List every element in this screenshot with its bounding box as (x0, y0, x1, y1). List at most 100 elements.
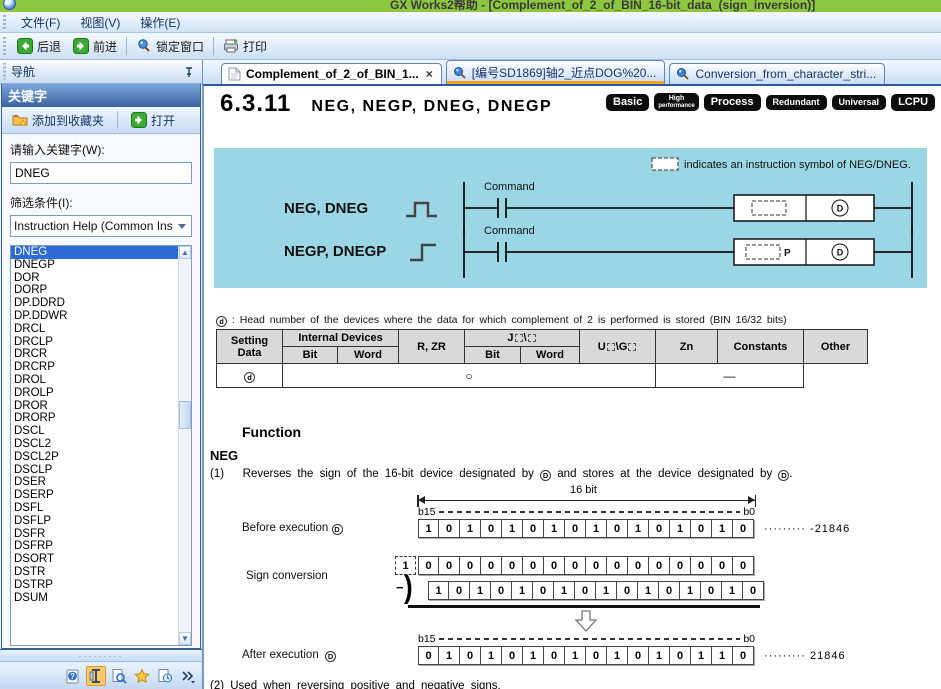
col-zn: Zn (656, 330, 718, 364)
main-area: Complement_of_2_of_BIN_1... × [编号SD1869]… (203, 60, 941, 689)
list-item[interactable]: DSERP (11, 489, 178, 502)
list-item[interactable]: DRCLP (11, 336, 178, 349)
list-item[interactable]: DOR (11, 272, 178, 285)
col-word: Word (338, 347, 399, 364)
bit-cell: 1 (691, 646, 712, 665)
tab-sd1869[interactable]: [编号SD1869]轴2_近点DOG%20... (446, 60, 666, 84)
bit-cell: 1 (502, 519, 523, 538)
list-item[interactable]: DSFLP (11, 515, 178, 528)
bit-cell: 1 (680, 581, 701, 600)
col-internal-devices: Internal Devices (283, 330, 399, 347)
list-item[interactable]: DSCL2P (11, 451, 178, 464)
bit-cell: 0 (743, 581, 764, 600)
list-item[interactable]: DP.DDWR (11, 310, 178, 323)
down-arrow-icon (574, 610, 598, 632)
list-item[interactable]: DRCL (11, 323, 178, 336)
col-j-word: Word (521, 347, 580, 364)
list-item[interactable]: DP.DDRD (11, 297, 178, 310)
bit-cell: 1 (544, 519, 565, 538)
list-item[interactable]: DSFRP (11, 540, 178, 553)
applicable-mark: ○ (283, 364, 656, 388)
index-ibeam-icon (88, 668, 104, 684)
star-icon (134, 668, 150, 684)
list-item[interactable]: DNEG (11, 246, 178, 259)
back-arrow-icon (17, 38, 33, 54)
bit-cell: 1 (628, 519, 649, 538)
bit-cell: 0 (649, 556, 670, 575)
search-button[interactable] (109, 666, 129, 686)
svg-text:NEGP, DNEGP: NEGP, DNEGP (284, 243, 386, 260)
app-icon (3, 0, 16, 10)
menu-file[interactable]: 文件(F) (11, 12, 70, 33)
list-scrollbar[interactable]: ▲ ▼ (178, 246, 191, 645)
panel-splitter[interactable]: ········· (0, 649, 202, 661)
list-item[interactable]: DSUM (11, 592, 178, 605)
function-paragraph-2: (2) Used when reversing positive and neg… (210, 680, 501, 689)
bit-cell: 0 (659, 581, 680, 600)
list-item[interactable]: DRORP (11, 412, 178, 425)
forward-button[interactable]: 前进 (67, 36, 123, 57)
list-item[interactable]: DROL (11, 374, 178, 387)
main-toolbar: 后退 前进 锁定窗口 打印 (0, 33, 941, 60)
keyword-form: 请输入关键字(W): 筛选条件(I): Instruction Help (Co… (2, 134, 200, 648)
pushpin-icon (136, 38, 152, 54)
circled-d-icon: D (540, 470, 551, 481)
list-items-container: DNEGDNEGPDORDORPDP.DDRDDP.DDWRDRCLDRCLPD… (11, 246, 178, 645)
list-item[interactable]: DSCL (11, 425, 178, 438)
bit-cell: 0 (481, 519, 502, 538)
auto-hide-pin-icon[interactable] (182, 65, 196, 79)
bit-cell: 0 (575, 581, 596, 600)
keyword-search-mode-button[interactable] (86, 666, 106, 686)
after-execution-label: After execution D (242, 649, 336, 662)
bit-cell: 0 (502, 646, 523, 665)
bit-cell: 1 (722, 581, 743, 600)
contents-help-button[interactable]: ? (63, 666, 83, 686)
open-button[interactable]: 打开 (125, 110, 181, 131)
filter-dropdown[interactable]: Instruction Help (Common Ins (10, 215, 192, 237)
list-item[interactable]: DRCRP (11, 361, 178, 374)
tab-close-icon[interactable]: × (426, 67, 433, 81)
menu-operate[interactable]: 操作(E) (130, 12, 190, 33)
print-button[interactable]: 打印 (217, 36, 273, 57)
tab-complement-of-2[interactable]: Complement_of_2_of_BIN_1... × (221, 63, 442, 84)
scroll-up-arrow[interactable]: ▲ (179, 246, 191, 259)
list-item[interactable]: DSCL2 (11, 438, 178, 451)
keyword-input[interactable] (10, 162, 192, 184)
tab-conversion-from-character[interactable]: Conversion_from_character_stri... (669, 63, 885, 84)
scroll-down-arrow[interactable]: ▼ (179, 632, 191, 645)
filter-label: 筛选条件(I): (10, 194, 192, 211)
list-item[interactable]: DSORT (11, 553, 178, 566)
bit-index-row: b15b0 (418, 506, 755, 518)
list-item[interactable]: DSTRP (11, 579, 178, 592)
list-item[interactable]: DROLP (11, 387, 178, 400)
circled-d-icon: d (244, 372, 255, 383)
list-item[interactable]: DSCLP (11, 464, 178, 477)
tab-label: Conversion_from_character_stri... (695, 67, 876, 81)
section-heading: 6.3.11 NEG, NEGP, DNEG, DNEGP (220, 90, 552, 118)
list-item[interactable]: DSFL (11, 502, 178, 515)
list-item[interactable]: DSFR (11, 528, 178, 541)
favorites-button[interactable] (132, 666, 152, 686)
badge-redundant: Redundant (766, 95, 827, 110)
list-item[interactable]: DSTR (11, 566, 178, 579)
list-item[interactable]: DNEGP (11, 259, 178, 272)
list-item[interactable]: DORP (11, 284, 178, 297)
scroll-track[interactable] (179, 259, 191, 632)
menu-view[interactable]: 视图(V) (70, 12, 130, 33)
toolbar-overflow-button[interactable] (178, 666, 198, 686)
bit-cell: 0 (733, 646, 754, 665)
scroll-thumb[interactable] (179, 401, 191, 429)
list-item[interactable]: DSER (11, 476, 178, 489)
circled-d-icon: D (332, 524, 343, 535)
list-item[interactable]: DRCR (11, 348, 178, 361)
history-button[interactable] (155, 666, 175, 686)
lock-window-button[interactable]: 锁定窗口 (130, 36, 210, 57)
chevron-overflow-icon (180, 668, 196, 684)
panel-grip (2, 63, 7, 79)
svg-text:indicates an instruction symbo: indicates an instruction symbol of NEG/D… (684, 159, 911, 171)
list-item[interactable]: DROR (11, 400, 178, 413)
badge-process: Process (704, 94, 761, 111)
back-button[interactable]: 后退 (11, 36, 67, 57)
add-to-favorites-button[interactable]: 添加到收藏夹 (6, 110, 110, 131)
bit-cell: 1 (512, 581, 533, 600)
